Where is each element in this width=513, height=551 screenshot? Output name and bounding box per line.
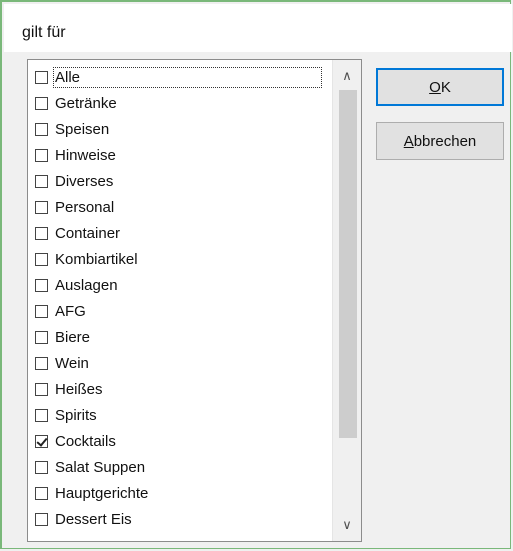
list-item-label: Alle	[52, 66, 323, 88]
list-item-label: Getränke	[55, 94, 117, 112]
list-item[interactable]: Hauptgerichte	[35, 481, 335, 505]
category-checklist[interactable]: Alle Getränke Speisen Hinweise Diverses Perso…	[27, 59, 362, 542]
checkbox[interactable]	[35, 460, 48, 474]
list-item[interactable]: Hinweise	[35, 143, 335, 167]
list-item[interactable]: Kombiartikel	[35, 247, 335, 271]
vertical-scrollbar[interactable]: ∧ ∨	[332, 60, 361, 541]
list-item-label: Biere	[55, 328, 91, 346]
checkbox[interactable]	[35, 148, 48, 162]
list-item[interactable]: Spirits	[35, 403, 335, 427]
chevron-up-icon[interactable]: ∧	[333, 66, 361, 86]
list-item-label: Kombiartikel	[55, 250, 138, 268]
checkbox[interactable]	[35, 486, 48, 500]
list-item-label: Dessert Eis	[55, 510, 132, 528]
checkbox[interactable]	[35, 200, 48, 214]
list-item[interactable]: Cocktails	[35, 429, 335, 453]
list-item[interactable]: AFG	[35, 299, 335, 323]
list-item-label: Cocktails	[55, 432, 116, 450]
checkbox[interactable]	[35, 226, 48, 240]
checkbox[interactable]	[35, 96, 48, 110]
checkbox[interactable]	[35, 434, 48, 448]
chevron-down-icon[interactable]: ∨	[333, 515, 361, 535]
checkbox[interactable]	[35, 252, 48, 266]
checkbox[interactable]	[35, 174, 48, 188]
list-item-label: Salat Suppen	[55, 458, 146, 476]
checkbox[interactable]	[35, 278, 48, 292]
list-item[interactable]: Heißes	[35, 377, 335, 401]
list-item[interactable]: Getränke	[35, 91, 335, 115]
list-item-label: Personal	[55, 198, 115, 216]
list-item-label: Auslagen	[55, 276, 118, 294]
list-item[interactable]: Container	[35, 221, 335, 245]
dialog-title: gilt für	[22, 24, 66, 41]
cancel-mnemonic: A	[403, 132, 414, 150]
list-item[interactable]: Diverses	[35, 169, 335, 193]
list-item[interactable]: Auslagen	[35, 273, 335, 297]
dialog-header: gilt für	[4, 4, 512, 52]
list-item[interactable]: Speisen	[35, 117, 335, 141]
list-item[interactable]: Dessert Eis	[35, 507, 335, 531]
list-item-label: Hauptgerichte	[55, 484, 149, 502]
list-item-label: Hinweise	[55, 146, 116, 164]
checkbox[interactable]	[35, 356, 48, 370]
list-item-label: Wein	[55, 354, 89, 372]
list-item-label: Container	[55, 224, 121, 242]
ok-label-rest: K	[440, 78, 451, 96]
list-item-label: Heißes	[55, 380, 103, 398]
checkbox[interactable]	[35, 382, 48, 396]
list-item-label: AFG	[55, 302, 86, 320]
list-item-label: Speisen	[55, 120, 110, 138]
list-item-label: Diverses	[55, 172, 114, 190]
ok-button[interactable]: OK	[376, 68, 504, 106]
checkbox[interactable]	[35, 330, 48, 344]
scrollbar-thumb[interactable]	[339, 90, 357, 438]
cancel-label-rest: bbrechen	[413, 132, 477, 150]
list-item[interactable]: Biere	[35, 325, 335, 349]
checkbox[interactable]	[35, 70, 48, 84]
cancel-button[interactable]: Abbrechen	[376, 122, 504, 160]
checkbox[interactable]	[35, 122, 48, 136]
checkbox[interactable]	[35, 512, 48, 526]
checkbox[interactable]	[35, 408, 48, 422]
checkbox[interactable]	[35, 304, 48, 318]
list-item-label: Spirits	[55, 406, 97, 424]
list-item[interactable]: Personal	[35, 195, 335, 219]
list-item[interactable]: Wein	[35, 351, 335, 375]
list-item[interactable]: Alle	[35, 65, 335, 89]
ok-mnemonic: O	[429, 78, 441, 96]
list-item[interactable]: Salat Suppen	[35, 455, 335, 479]
